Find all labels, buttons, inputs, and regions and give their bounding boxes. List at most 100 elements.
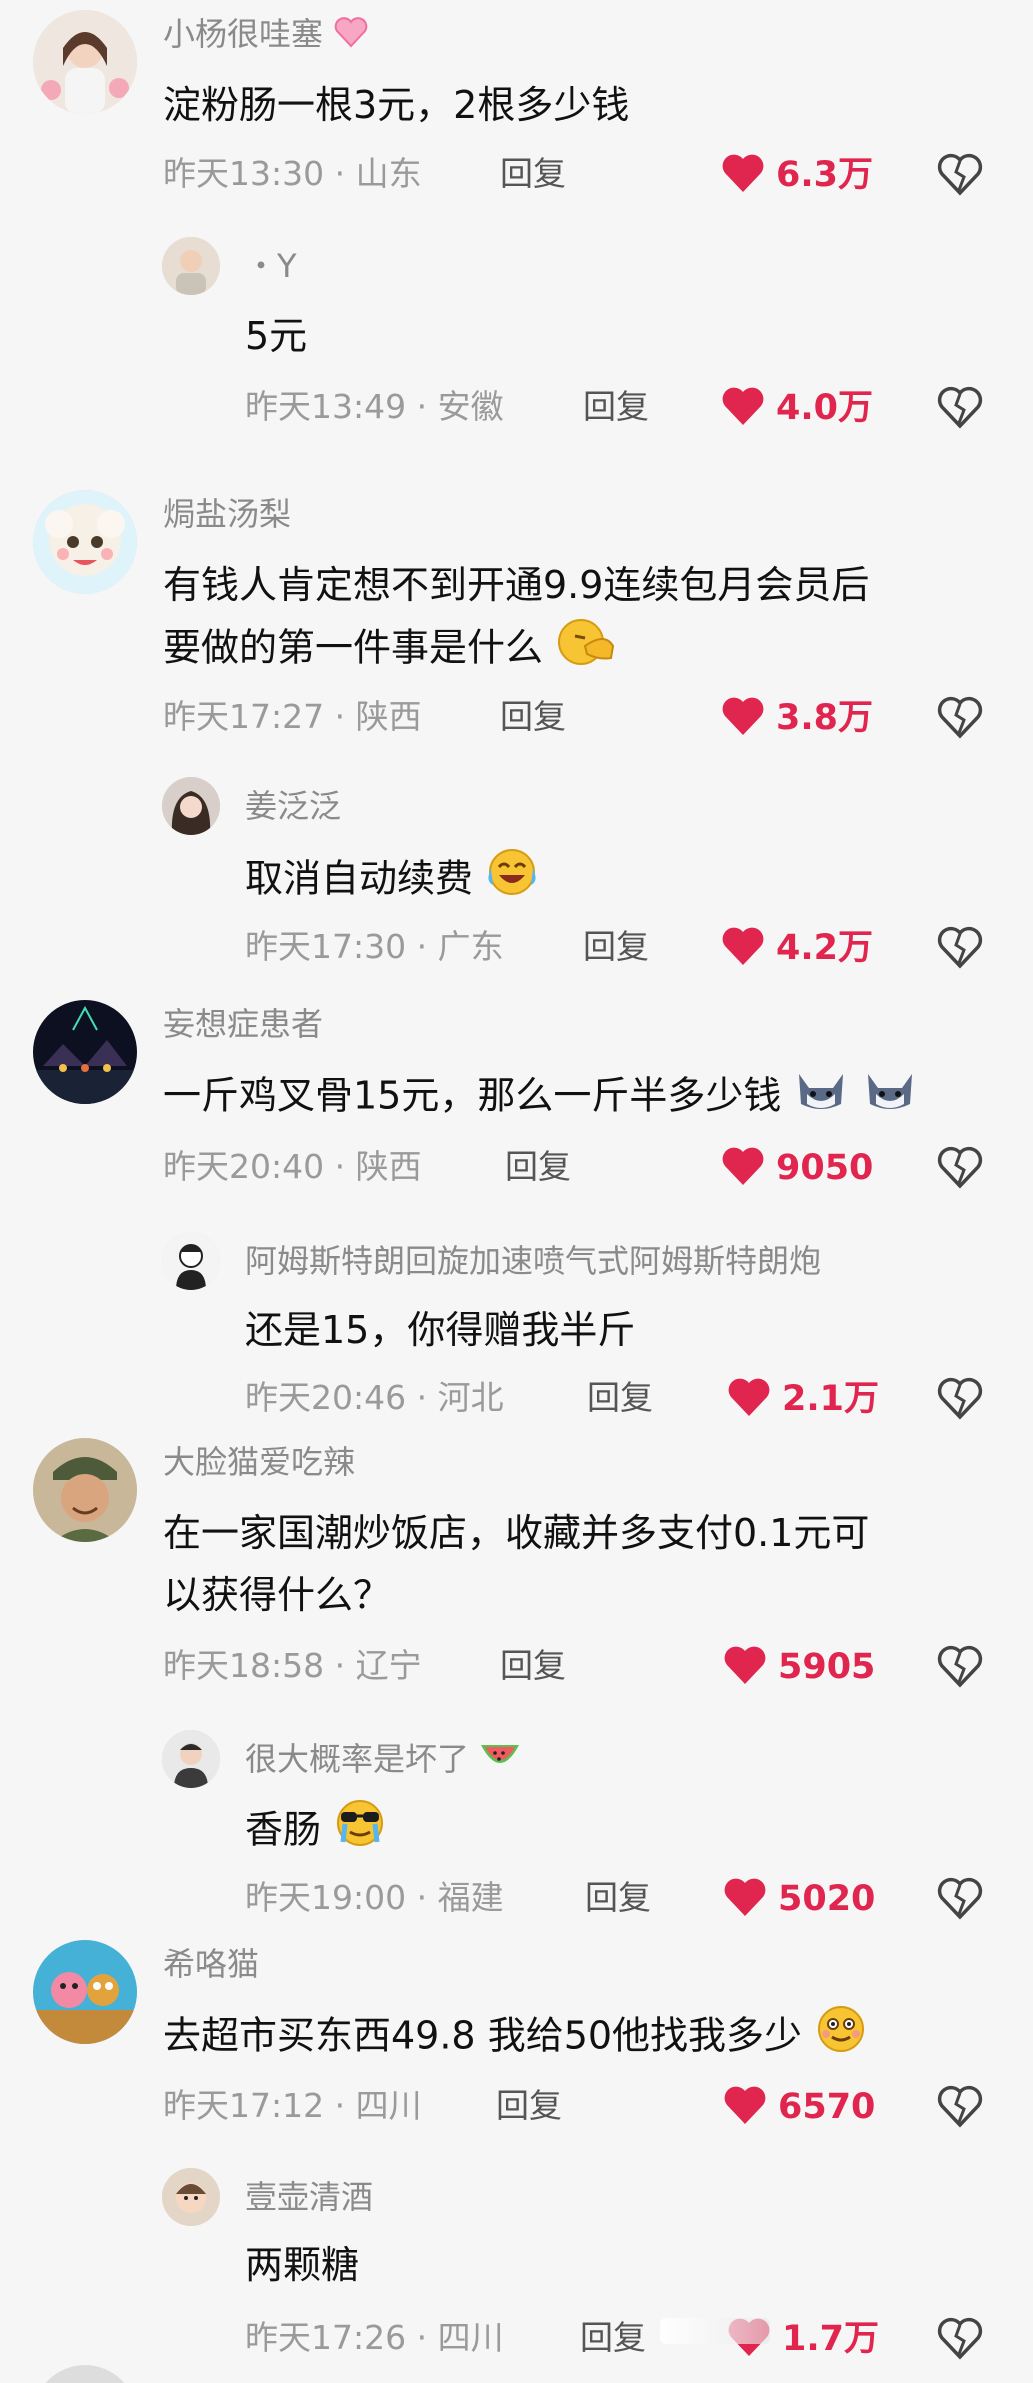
- like-button[interactable]: 4.0万: [720, 385, 873, 431]
- username[interactable]: 焗盐汤梨: [163, 494, 291, 534]
- reply-button[interactable]: 回复: [587, 1378, 653, 1418]
- like-count: 4.2万: [776, 928, 874, 968]
- comment-text: 去超市买东西49.8 我给50他找我多少: [163, 2004, 868, 2072]
- reply-button[interactable]: 回复: [583, 387, 649, 427]
- reply-location: 安徽: [437, 387, 504, 426]
- like-count: 9050: [776, 1148, 874, 1188]
- comment-text: 有钱人肯定想不到开通9.9连续包月会员后: [163, 563, 870, 607]
- avatar[interactable]: [162, 2168, 220, 2226]
- reply-button[interactable]: 回复: [500, 154, 566, 194]
- broken-heart-icon[interactable]: [936, 1876, 984, 1920]
- broken-heart-icon[interactable]: [936, 2316, 984, 2360]
- avatar[interactable]: [33, 1940, 137, 2044]
- comment-time: 昨天17:27: [163, 697, 325, 736]
- username-text: 小杨很哇塞: [163, 15, 324, 53]
- broken-heart-icon[interactable]: [936, 695, 984, 739]
- broken-heart-icon[interactable]: [936, 152, 984, 196]
- reply-time: 昨天17:26: [245, 2318, 407, 2357]
- like-button[interactable]: 5020: [722, 1876, 875, 1922]
- avatar[interactable]: [162, 1232, 220, 1290]
- avatar[interactable]: [33, 2365, 137, 2383]
- heart-icon: [720, 695, 766, 741]
- comment-time: 昨天18:58: [163, 1646, 325, 1685]
- like-count: 4.0万: [776, 388, 874, 428]
- doge-emoji-icon: [793, 1064, 849, 1132]
- like-count: 6.3万: [776, 155, 874, 195]
- laughing-crying-emoji-icon: [485, 847, 539, 915]
- comment-text-line: 去超市买东西49.8 我给50他找我多少: [163, 2013, 803, 2058]
- username[interactable]: 小杨很哇塞: [163, 14, 369, 57]
- reply-location: 河北: [437, 1378, 504, 1417]
- reply-button[interactable]: 回复: [500, 1646, 566, 1686]
- comment-location: 陕西: [355, 1147, 422, 1186]
- like-button[interactable]: 2.1万: [726, 1376, 879, 1422]
- username[interactable]: 希咯猫: [163, 1944, 259, 1984]
- comment-meta: 昨天20:40 · 陕西: [163, 1147, 422, 1187]
- broken-heart-icon[interactable]: [936, 1644, 984, 1688]
- reply-button[interactable]: 回复: [580, 2318, 646, 2358]
- reply-meta: 昨天19:00 · 福建: [245, 1878, 504, 1918]
- avatar[interactable]: [162, 777, 220, 835]
- like-button[interactable]: 6.3万: [720, 152, 873, 198]
- reply-username[interactable]: ・Y: [245, 246, 297, 286]
- like-button[interactable]: 5905: [722, 1644, 875, 1690]
- reply-time: 昨天20:46: [245, 1378, 407, 1417]
- avatar[interactable]: [33, 490, 137, 594]
- meta-separator: ·: [416, 1878, 438, 1917]
- meta-separator: ·: [416, 387, 438, 426]
- meta-separator: ·: [334, 697, 356, 736]
- reply-button[interactable]: 回复: [500, 697, 566, 737]
- username[interactable]: 妄想症患者: [163, 1004, 323, 1044]
- reply-button[interactable]: 回复: [583, 927, 649, 967]
- sunglasses-crying-emoji-icon: [333, 1798, 387, 1866]
- reply-meta: 昨天17:26 · 四川: [245, 2318, 504, 2358]
- username[interactable]: 大脸猫爱吃辣: [163, 1442, 355, 1482]
- like-count: 2.1万: [782, 1379, 880, 1419]
- reply-username[interactable]: 姜泛泛: [245, 786, 341, 826]
- comment-meta: 昨天17:12 · 四川: [163, 2086, 422, 2126]
- pink-heart-emoji-icon: [333, 16, 369, 57]
- comment-text-line: 一斤鸡叉骨15元，那么一斤半多少钱: [163, 1073, 782, 1118]
- comment-text: 要做的第一件事是什么: [163, 616, 617, 684]
- comment-location: 辽宁: [355, 1646, 422, 1685]
- meta-separator: ·: [334, 1147, 356, 1186]
- like-button[interactable]: 9050: [720, 1145, 873, 1191]
- avatar[interactable]: [33, 10, 137, 114]
- broken-heart-icon[interactable]: [936, 2084, 984, 2128]
- comment-text: 以获得什么？: [163, 1573, 392, 1617]
- comment-text: 淀粉肠一根3元，2根多少钱: [163, 83, 630, 127]
- avatar[interactable]: [33, 1000, 137, 1104]
- avatar[interactable]: [33, 1438, 137, 1542]
- like-count: 6570: [778, 2087, 876, 2127]
- broken-heart-icon[interactable]: [936, 385, 984, 429]
- heart-icon: [722, 1876, 768, 1922]
- comment-time: 昨天13:30: [163, 154, 325, 193]
- heart-icon: [720, 385, 766, 431]
- broken-heart-icon[interactable]: [936, 1145, 984, 1189]
- meta-separator: ·: [416, 1378, 438, 1417]
- reply-username[interactable]: 壹壶清酒: [245, 2177, 373, 2217]
- avatar[interactable]: [162, 237, 220, 295]
- heart-icon: [722, 2084, 768, 2130]
- like-button[interactable]: 4.2万: [720, 925, 873, 971]
- reply-meta: 昨天17:30 · 广东: [245, 927, 504, 967]
- reply-time: 昨天13:49: [245, 387, 407, 426]
- comment-text: 一斤鸡叉骨15元，那么一斤半多少钱: [163, 1064, 918, 1132]
- avatar[interactable]: [162, 1730, 220, 1788]
- like-button[interactable]: 3.8万: [720, 695, 873, 741]
- comment-meta: 昨天17:27 · 陕西: [163, 697, 422, 737]
- comment-time: 昨天17:12: [163, 2086, 325, 2125]
- like-button[interactable]: 6570: [722, 2084, 875, 2130]
- reply-text: 取消自动续费: [245, 847, 539, 915]
- reply-username[interactable]: 很大概率是坏了: [245, 1739, 521, 1782]
- reply-button[interactable]: 回复: [505, 1147, 571, 1187]
- reply-location: 广东: [437, 927, 504, 966]
- broken-heart-icon[interactable]: [936, 1376, 984, 1420]
- reply-button[interactable]: 回复: [585, 1878, 651, 1918]
- reply-username[interactable]: 阿姆斯特朗回旋加速喷气式阿姆斯特朗炮: [245, 1241, 821, 1281]
- facepalm-emoji-icon: [555, 616, 617, 684]
- reply-text: 还是15，你得赠我半斤: [245, 1308, 636, 1352]
- reply-button[interactable]: 回复: [496, 2086, 562, 2126]
- comment-text-line: 要做的第一件事是什么: [163, 625, 544, 670]
- broken-heart-icon[interactable]: [936, 925, 984, 969]
